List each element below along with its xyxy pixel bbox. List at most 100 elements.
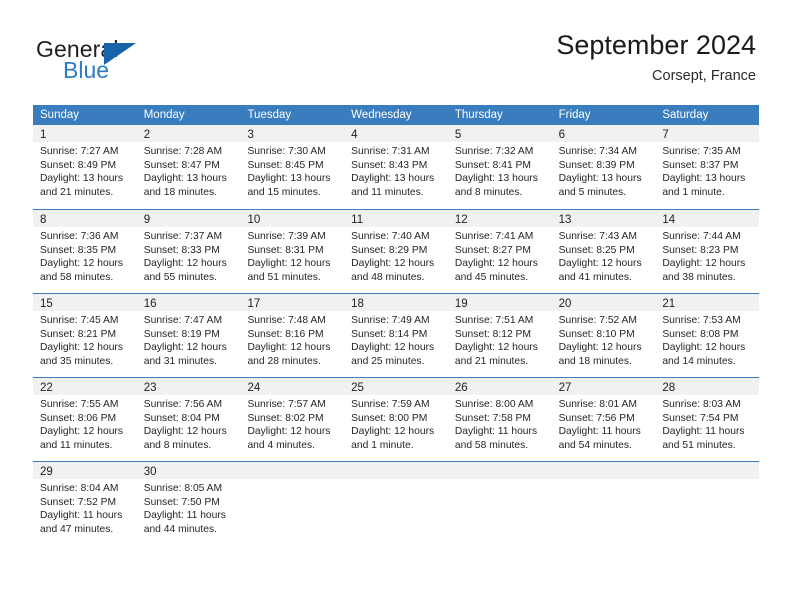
daylight-text: Daylight: 13 hours and 15 minutes. [247,173,331,198]
week-row: 1 Sunrise: 7:27 AM Sunset: 8:49 PM Dayli… [33,125,760,209]
daylight-text: Daylight: 13 hours and 1 minute. [662,173,746,198]
daylight-text: Daylight: 12 hours and 45 minutes. [454,258,538,283]
day-info: Sunrise: 7:36 AM Sunset: 8:35 PM Dayligh… [33,227,137,284]
day-cell[interactable]: 8 Sunrise: 7:36 AM Sunset: 8:35 PM Dayli… [33,210,137,293]
day-info: Sunrise: 7:47 AM Sunset: 8:19 PM Dayligh… [137,311,241,368]
sunrise-text: Sunrise: 7:27 AM [40,146,119,157]
daylight-text: Daylight: 12 hours and 4 minutes. [247,426,331,451]
day-cell[interactable]: 16 Sunrise: 7:47 AM Sunset: 8:19 PM Dayl… [136,294,241,377]
daylight-text: Daylight: 11 hours and 54 minutes. [558,426,641,451]
day-cell[interactable]: 20 Sunrise: 7:52 AM Sunset: 8:10 PM Dayl… [551,294,656,377]
day-cell[interactable]: 26 Sunrise: 8:00 AM Sunset: 7:58 PM Dayl… [447,378,552,461]
day-cell[interactable]: 2 Sunrise: 7:28 AM Sunset: 8:47 PM Dayli… [136,125,241,209]
day-cell[interactable]: 27 Sunrise: 8:01 AM Sunset: 7:56 PM Dayl… [551,378,656,461]
page-title: September 2024 [556,30,756,60]
day-cell[interactable]: 29 Sunrise: 8:04 AM Sunset: 7:52 PM Dayl… [33,462,137,545]
general-blue-logo[interactable]: General Blue [36,36,256,92]
day-info: Sunrise: 7:52 AM Sunset: 8:10 PM Dayligh… [552,311,656,368]
day-cell[interactable]: 10 Sunrise: 7:39 AM Sunset: 8:31 PM Dayl… [240,210,345,293]
daylight-text: Daylight: 13 hours and 5 minutes. [558,173,642,198]
day-cell[interactable]: 3 Sunrise: 7:30 AM Sunset: 8:45 PM Dayli… [240,125,345,209]
daylight-text: Daylight: 12 hours and 28 minutes. [247,342,331,367]
day-cell[interactable]: 28 Sunrise: 8:03 AM Sunset: 7:54 PM Dayl… [655,378,760,461]
day-cell[interactable]: 17 Sunrise: 7:48 AM Sunset: 8:16 PM Dayl… [240,294,345,377]
day-info: Sunrise: 7:48 AM Sunset: 8:16 PM Dayligh… [240,311,344,368]
day-cell[interactable]: 7 Sunrise: 7:35 AM Sunset: 8:37 PM Dayli… [655,125,760,209]
day-info: Sunrise: 7:27 AM Sunset: 8:49 PM Dayligh… [33,142,137,199]
day-number-band [344,462,448,479]
day-number-band: 5 [447,125,552,142]
day-number-band: 1 [33,125,137,142]
day-info: Sunrise: 7:53 AM Sunset: 8:08 PM Dayligh… [655,311,759,368]
day-number-band: 26 [447,378,552,395]
day-number-band [447,462,552,479]
day-number: 9 [143,214,151,226]
day-cell[interactable]: 25 Sunrise: 7:59 AM Sunset: 8:00 PM Dayl… [344,378,448,461]
sunset-text: Sunset: 8:49 PM [40,159,117,171]
sunrise-text: Sunrise: 7:53 AM [662,315,741,326]
daylight-text: Daylight: 12 hours and 38 minutes. [662,258,746,283]
sunrise-text: Sunrise: 7:56 AM [143,399,223,410]
day-number-band [551,462,656,479]
day-cell[interactable]: 14 Sunrise: 7:44 AM Sunset: 8:23 PM Dayl… [655,210,760,293]
sunset-text: Sunset: 7:58 PM [454,412,532,424]
day-cell[interactable]: 13 Sunrise: 7:43 AM Sunset: 8:25 PM Dayl… [551,210,656,293]
day-cell[interactable]: 12 Sunrise: 7:41 AM Sunset: 8:27 PM Dayl… [447,210,552,293]
daylight-text: Daylight: 12 hours and 58 minutes. [40,258,123,283]
sunset-text: Sunset: 8:47 PM [143,159,220,171]
day-cell[interactable]: 23 Sunrise: 7:56 AM Sunset: 8:04 PM Dayl… [136,378,241,461]
day-number: 26 [454,382,468,394]
day-cell[interactable]: 15 Sunrise: 7:45 AM Sunset: 8:21 PM Dayl… [33,294,137,377]
sunset-text: Sunset: 8:19 PM [143,328,220,340]
day-number-band: 13 [551,210,656,227]
day-cell-empty [447,462,552,545]
day-cell[interactable]: 30 Sunrise: 8:05 AM Sunset: 7:50 PM Dayl… [136,462,241,545]
day-info: Sunrise: 7:45 AM Sunset: 8:21 PM Dayligh… [33,311,137,368]
sunset-text: Sunset: 8:39 PM [558,159,635,171]
day-number: 20 [558,298,572,310]
day-number-band: 3 [240,125,345,142]
day-info: Sunrise: 7:56 AM Sunset: 8:04 PM Dayligh… [137,395,241,452]
day-number: 6 [558,129,565,141]
sunset-text: Sunset: 8:43 PM [351,159,428,171]
day-number-band [655,462,760,479]
day-cell[interactable]: 19 Sunrise: 7:51 AM Sunset: 8:12 PM Dayl… [447,294,552,377]
daylight-text: Daylight: 11 hours and 44 minutes. [143,510,226,535]
day-cell[interactable]: 11 Sunrise: 7:40 AM Sunset: 8:29 PM Dayl… [344,210,448,293]
day-info: Sunrise: 7:51 AM Sunset: 8:12 PM Dayligh… [448,311,552,368]
day-cell[interactable]: 22 Sunrise: 7:55 AM Sunset: 8:06 PM Dayl… [33,378,137,461]
day-cell[interactable]: 4 Sunrise: 7:31 AM Sunset: 8:43 PM Dayli… [344,125,448,209]
day-number-band: 8 [33,210,137,227]
sunrise-text: Sunrise: 7:47 AM [143,315,223,326]
day-info [240,479,344,482]
day-cell[interactable]: 21 Sunrise: 7:53 AM Sunset: 8:08 PM Dayl… [655,294,760,377]
sunrise-text: Sunrise: 7:55 AM [40,399,119,410]
day-info: Sunrise: 8:03 AM Sunset: 7:54 PM Dayligh… [655,395,759,452]
day-number-band: 28 [655,378,760,395]
sunset-text: Sunset: 7:56 PM [558,412,635,424]
day-number: 2 [143,129,151,141]
day-cell[interactable]: 18 Sunrise: 7:49 AM Sunset: 8:14 PM Dayl… [344,294,448,377]
daylight-text: Daylight: 12 hours and 48 minutes. [351,258,435,283]
day-cell[interactable]: 1 Sunrise: 7:27 AM Sunset: 8:49 PM Dayli… [33,125,137,209]
day-info [552,479,656,482]
weekday-header-sunday: Sunday [40,109,80,121]
day-number-band: 30 [136,462,241,479]
day-number-band: 19 [447,294,552,311]
day-cell[interactable]: 6 Sunrise: 7:34 AM Sunset: 8:39 PM Dayli… [551,125,656,209]
day-info: Sunrise: 8:01 AM Sunset: 7:56 PM Dayligh… [552,395,656,452]
sunrise-text: Sunrise: 7:39 AM [247,231,326,242]
day-cell[interactable]: 9 Sunrise: 7:37 AM Sunset: 8:33 PM Dayli… [136,210,241,293]
sunset-text: Sunset: 8:08 PM [662,328,739,340]
day-cell-empty [344,462,448,545]
day-number: 14 [662,214,676,226]
sunset-text: Sunset: 8:21 PM [40,328,117,340]
day-info: Sunrise: 7:43 AM Sunset: 8:25 PM Dayligh… [552,227,656,284]
weekday-header-monday: Monday [143,109,185,121]
day-number: 23 [143,382,157,394]
day-cell[interactable]: 5 Sunrise: 7:32 AM Sunset: 8:41 PM Dayli… [447,125,552,209]
sunset-text: Sunset: 8:14 PM [351,328,428,340]
day-number: 16 [143,298,157,310]
day-cell[interactable]: 24 Sunrise: 7:57 AM Sunset: 8:02 PM Dayl… [240,378,345,461]
daylight-text: Daylight: 12 hours and 41 minutes. [558,258,642,283]
